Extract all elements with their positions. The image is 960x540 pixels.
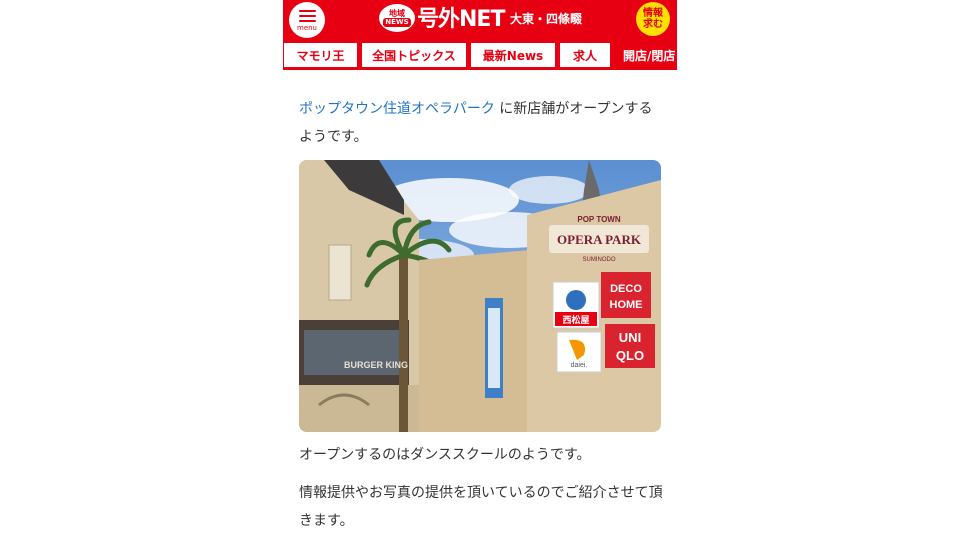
badge-line1: 地域 bbox=[389, 9, 405, 18]
mall-link[interactable]: ポップタウン住道オペラパーク bbox=[299, 101, 495, 117]
nav-tab-jobs[interactable]: 求人 bbox=[559, 42, 611, 68]
category-nav: マモリ王 全国トピックス 最新News 求人 開店/閉店 bbox=[283, 42, 677, 70]
hamburger-icon bbox=[298, 9, 316, 12]
store-daiei: daiei. bbox=[571, 362, 588, 369]
info-credit-paragraph: 情報提供やお写真の提供を頂いているのでご紹介させて頂きます。 bbox=[299, 485, 663, 529]
regional-news-badge: 地域 NEWS bbox=[379, 4, 415, 32]
hamburger-icon-bar bbox=[298, 14, 316, 17]
badge-line2: NEWS bbox=[383, 18, 411, 27]
site-header: menu 地域 NEWS 号外NET 大東・四條畷 情報 求む bbox=[283, 0, 677, 42]
nav-tab-mamorio[interactable]: マモリ王 bbox=[283, 42, 358, 68]
store-deco-line1: DECO bbox=[610, 283, 642, 295]
nav-tab-open-close[interactable]: 開店/閉店 bbox=[614, 42, 677, 68]
nav-tab-latest-news[interactable]: 最新News bbox=[470, 42, 556, 68]
mall-photo-image: POP TOWN OPERA PARK SUMINODO 西松屋 DECO HO… bbox=[299, 160, 661, 432]
intro-paragraph: ポップタウン住道オペラパーク に新店舗がオープンするようです。 bbox=[299, 95, 663, 151]
menu-button[interactable]: menu bbox=[289, 2, 325, 38]
info-request-button[interactable]: 情報 求む bbox=[636, 2, 670, 36]
sign-sub-text: SUMINODO bbox=[583, 257, 616, 263]
store-deco-line2: HOME bbox=[610, 299, 643, 311]
nav-tab-national-topics[interactable]: 全国トピックス bbox=[361, 42, 467, 68]
store-nishimatsuya: 西松屋 bbox=[562, 314, 589, 326]
info-line1: 情報 bbox=[643, 8, 663, 19]
area-name: 大東・四條畷 bbox=[510, 12, 583, 26]
store-uniqlo-line1: UNI bbox=[619, 330, 641, 345]
mall-photo: POP TOWN OPERA PARK SUMINODO 西松屋 DECO HO… bbox=[299, 160, 661, 432]
dance-school-paragraph: オープンするのはダンススクールのようです。 bbox=[299, 447, 591, 463]
info-line2: 求む bbox=[643, 19, 663, 30]
article-page: menu 地域 NEWS 号外NET 大東・四條畷 情報 求む マモリ王 全国ト… bbox=[283, 0, 677, 540]
site-logo[interactable]: 号外NET bbox=[417, 3, 505, 37]
hamburger-icon-bar bbox=[298, 19, 316, 22]
building-sign-text: BURGER KING bbox=[344, 360, 408, 370]
sign-main-text: OPERA PARK bbox=[557, 232, 642, 247]
store-uniqlo-line2: QLO bbox=[616, 348, 644, 363]
sign-arch-text: POP TOWN bbox=[577, 215, 620, 224]
menu-label: menu bbox=[297, 24, 317, 32]
